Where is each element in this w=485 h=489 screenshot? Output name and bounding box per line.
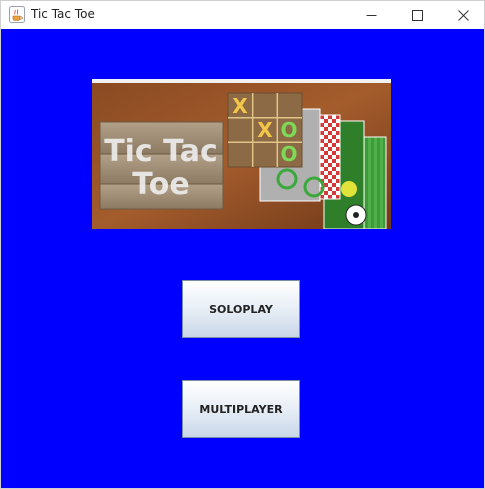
window-title: Tic Tac Toe [31,7,95,21]
board-mark-o-1: O [280,118,297,142]
tic-tac-toe-banner-image: X X O O Tic Tac Toe [92,79,391,229]
close-icon [457,9,469,21]
board-mark-x-1: X [232,94,248,118]
multiplayer-button[interactable]: MULTIPLAYER [182,380,300,438]
close-button[interactable] [440,1,485,29]
java-cup-icon [9,6,25,23]
title-bar[interactable]: Tic Tac Toe [1,1,484,29]
maximize-icon [411,9,423,21]
board-mark-o-2: O [280,142,297,166]
main-panel: X X O O Tic Tac Toe SOLOPLAY MULTIPLAYER [1,29,484,488]
banner-title-line-2: Toe [132,167,189,202]
wooden-title-sign: Tic Tac Toe [99,121,224,210]
minimize-button[interactable] [348,1,394,29]
game-board-graphic: X X O O [227,92,303,168]
maximize-button[interactable] [394,1,440,29]
app-window: Tic Tac Toe X X O O Tic Tac Toe SOLOPLAY… [0,0,485,489]
soloplay-button[interactable]: SOLOPLAY [182,280,300,338]
minimize-icon [366,14,376,16]
banner-title-line-1: Tic Tac [104,134,218,169]
board-mark-x-2: X [257,118,273,142]
